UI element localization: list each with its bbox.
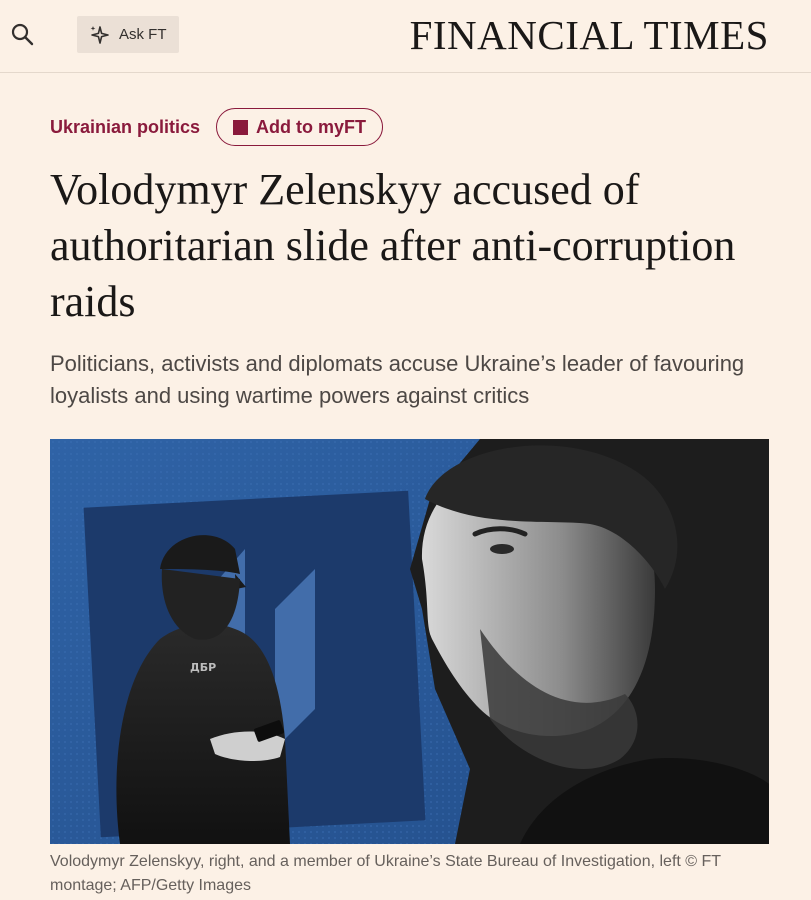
sparkle-icon (90, 25, 109, 44)
article-headline: Volodymyr Zelenskyy accused of authorita… (50, 165, 736, 326)
article-standfirst: Politicians, activists and diplomats acc… (50, 351, 745, 408)
search-button[interactable] (8, 20, 38, 50)
topic-link[interactable]: Ukrainian politics (50, 107, 200, 147)
square-icon (233, 119, 249, 135)
officer-badge-text: ДБР (190, 661, 216, 674)
search-icon (11, 23, 34, 46)
article-lead-image: ДБР (50, 439, 769, 844)
ask-ft-button[interactable]: Ask FT (77, 16, 179, 53)
masthead-logo[interactable]: FINANCIAL TIMES (410, 10, 769, 60)
ask-ft-label: Ask FT (119, 26, 167, 43)
top-navigation-bar: Ask FT FINANCIAL TIMES (0, 0, 811, 73)
add-to-myft-label: Add to myFT (256, 116, 367, 137)
image-caption: Volodymyr Zelenskyy, right, and a member… (50, 853, 721, 894)
topic-row: Ukrainian politics Add to myFT (50, 107, 384, 147)
add-to-myft-button[interactable]: Add to myFT (216, 108, 384, 146)
